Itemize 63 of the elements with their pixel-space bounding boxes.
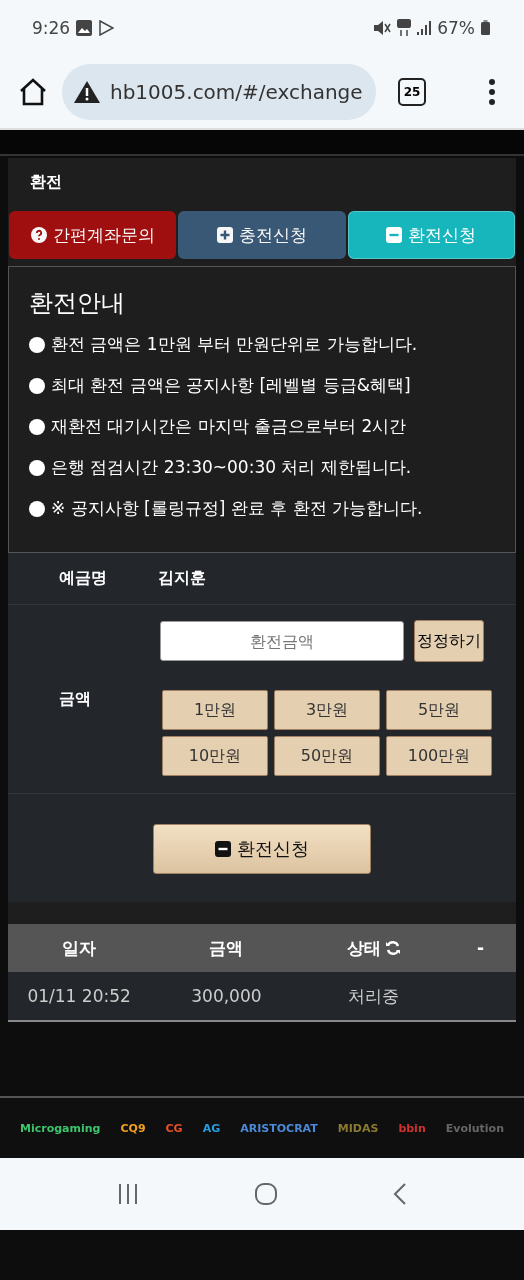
amount-button[interactable]: 5만원 (386, 690, 492, 730)
tab[interactable]: 충전신청 (178, 211, 346, 259)
clock-time: 9:26 (32, 17, 71, 38)
notice-text: 재환전 대기시간은 마지막 출금으로부터 2시간 (51, 415, 407, 438)
provider-logo: CG (165, 1121, 183, 1135)
battery-icon (481, 20, 490, 35)
name-value: 김지훈 (158, 567, 206, 589)
notice-title: 환전안내 (29, 289, 125, 317)
amount-button[interactable]: 1만원 (162, 690, 268, 730)
provider-logo: CQ9 (120, 1121, 146, 1135)
back-icon[interactable] (392, 1182, 407, 1206)
question-icon (30, 227, 47, 243)
menu-icon[interactable] (488, 78, 496, 105)
warning-icon (74, 80, 100, 103)
notice-text: ※ 공지사항 [롤링규정] 완료 후 환전 가능합니다. (51, 497, 423, 520)
amount-field[interactable]: 환전금액 (160, 621, 404, 661)
refresh-icon[interactable] (384, 940, 401, 956)
provider-logo: Microgaming (20, 1121, 101, 1135)
recent-apps-icon[interactable] (117, 1184, 140, 1204)
provider-logo: ARISTOCRAT (240, 1121, 318, 1135)
network-icon (397, 18, 412, 37)
battery-percent: 67% (437, 17, 475, 38)
column-header: 금액 (209, 937, 244, 958)
bullet-icon (29, 459, 45, 476)
amount-button[interactable]: 100만원 (386, 736, 492, 776)
column-header: - (476, 938, 484, 958)
home-icon[interactable] (18, 77, 48, 106)
amount-button[interactable]: 10만원 (162, 736, 268, 776)
table-cell: 300,000 (150, 972, 303, 1021)
address-bar[interactable]: hb1005.com/#/exchange (62, 63, 376, 120)
image-icon (76, 19, 93, 36)
plus-icon (217, 227, 233, 243)
page-title: 환전 (30, 172, 62, 191)
signal-icon (417, 20, 432, 35)
bullet-icon (29, 336, 45, 353)
tab[interactable]: 간편계좌문의 (9, 211, 177, 259)
submit-button[interactable]: 환전신청 (153, 824, 371, 874)
column-header: 상태 (346, 936, 381, 960)
notice-text: 환전 금액은 1만원 부터 만원단위로 가능합니다. (51, 333, 418, 356)
column-header: 일자 (62, 937, 97, 958)
home-button-icon[interactable] (254, 1182, 278, 1206)
amount-label: 금액 (59, 688, 91, 708)
minus-icon (386, 227, 403, 243)
notice-text: 최대 환전 금액은 공지사항 [레벨별 등급&혜택] (51, 374, 411, 397)
provider-logo: Evolution (445, 1121, 504, 1135)
table-cell: 처리중 (302, 972, 445, 1021)
bullet-icon (29, 500, 45, 517)
bullet-icon (29, 418, 45, 435)
tab-count-button[interactable]: 25 (398, 77, 426, 106)
name-label: 예금명 (59, 568, 107, 587)
provider-logo: MIDAS (337, 1121, 379, 1135)
table-cell: 01/11 20:52 (8, 972, 151, 1021)
amount-button[interactable]: 50만원 (274, 736, 380, 776)
correct-button[interactable]: 정정하기 (414, 620, 484, 662)
mute-icon (373, 19, 392, 36)
url-text: hb1005.com/#/exchange (110, 79, 363, 104)
bullet-icon (29, 377, 45, 394)
play-store-icon (98, 19, 115, 36)
minus-icon (215, 841, 231, 857)
provider-logo: bbin (398, 1121, 426, 1135)
provider-logo: AG (202, 1121, 221, 1135)
notice-text: 은행 점검시간 23:30~00:30 처리 제한됩니다. (51, 456, 412, 479)
amount-button[interactable]: 3만원 (274, 690, 380, 730)
